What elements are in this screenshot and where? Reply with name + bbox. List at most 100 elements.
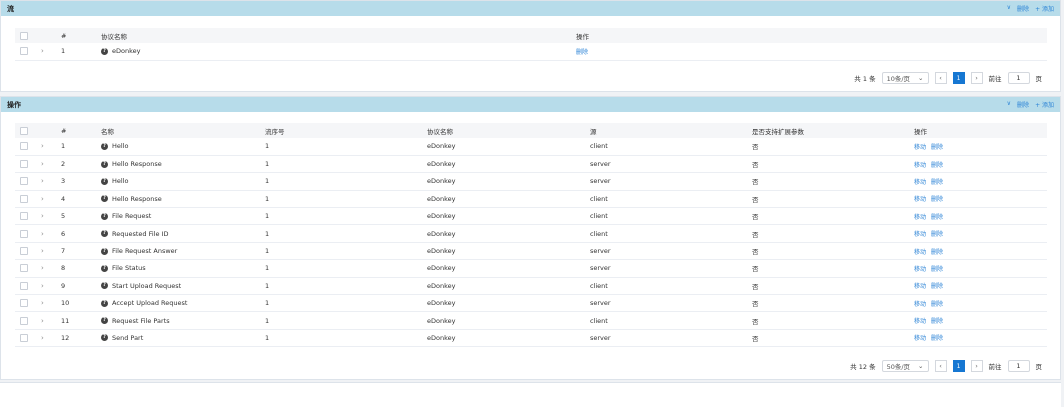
row-checkbox[interactable] bbox=[20, 212, 28, 221]
row-move-link[interactable]: 移动 bbox=[914, 196, 926, 203]
row-name-cell: ? Request File Parts bbox=[101, 311, 265, 330]
row-delete-link[interactable]: 删除 bbox=[931, 318, 943, 325]
row-delete-link[interactable]: 删除 bbox=[931, 179, 943, 186]
row-ops-cell: 移动 删除 bbox=[914, 329, 1047, 348]
row-checkbox-cell[interactable] bbox=[15, 138, 41, 156]
row-index: 11 bbox=[61, 311, 101, 330]
row-expand-icon[interactable]: › bbox=[41, 277, 61, 296]
row-checkbox-cell[interactable] bbox=[15, 311, 41, 330]
row-delete-link[interactable]: 删除 bbox=[931, 231, 943, 238]
row-checkbox-cell[interactable] bbox=[15, 172, 41, 191]
row-move-link[interactable]: 移动 bbox=[914, 283, 926, 290]
row-delete-link[interactable]: 删除 bbox=[931, 162, 943, 169]
row-expand-icon[interactable]: › bbox=[41, 138, 61, 156]
flow-add-button[interactable]: + 添加 bbox=[1035, 4, 1054, 13]
select-all-checkbox-cell[interactable] bbox=[15, 28, 41, 43]
prev-page-button[interactable]: ‹ bbox=[934, 72, 947, 84]
row-move-link[interactable]: 移动 bbox=[914, 249, 926, 256]
row-delete-link[interactable]: 删除 bbox=[931, 214, 943, 221]
select-all-checkbox-cell[interactable] bbox=[15, 123, 41, 138]
row-move-link[interactable]: 移动 bbox=[914, 301, 926, 308]
flow-panel-header: 流 ∨ 删除 + 添加 bbox=[1, 1, 1060, 16]
row-expand-icon[interactable]: › bbox=[41, 207, 61, 226]
page-size-select[interactable]: 10条/页 ⌄ bbox=[881, 72, 929, 84]
row-checkbox-cell[interactable] bbox=[15, 190, 41, 209]
row-checkbox[interactable] bbox=[20, 264, 28, 273]
row-name-cell: ? Send Part bbox=[101, 329, 265, 348]
ops-delete-button[interactable]: 删除 bbox=[1017, 100, 1029, 109]
row-checkbox-cell[interactable] bbox=[15, 259, 41, 278]
row-checkbox[interactable] bbox=[20, 316, 28, 325]
ops-add-button[interactable]: + 添加 bbox=[1035, 100, 1054, 109]
row-checkbox[interactable] bbox=[20, 47, 28, 56]
row-delete-link[interactable]: 删除 bbox=[931, 196, 943, 203]
row-delete-link[interactable]: 删除 bbox=[931, 249, 943, 256]
row-move-link[interactable]: 移动 bbox=[914, 231, 926, 238]
row-delete-link[interactable]: 删除 bbox=[576, 49, 588, 56]
row-checkbox-cell[interactable] bbox=[15, 43, 41, 61]
row-move-link[interactable]: 移动 bbox=[914, 179, 926, 186]
select-all-checkbox[interactable] bbox=[20, 31, 28, 40]
page-number-active[interactable]: 1 bbox=[952, 360, 965, 372]
row-move-link[interactable]: 移动 bbox=[914, 318, 926, 325]
ops-collapse-button[interactable]: ∨ bbox=[1007, 100, 1011, 109]
next-page-button[interactable]: › bbox=[970, 72, 983, 84]
row-checkbox-cell[interactable] bbox=[15, 155, 41, 174]
goto-page-input[interactable]: 1 bbox=[1007, 360, 1030, 372]
row-ops-cell: 移动 删除 bbox=[914, 294, 1047, 313]
row-expand-icon[interactable]: › bbox=[41, 224, 61, 243]
row-delete-link[interactable]: 删除 bbox=[931, 301, 943, 308]
goto-page-input[interactable]: 1 bbox=[1007, 72, 1030, 84]
row-move-link[interactable]: 移动 bbox=[914, 266, 926, 273]
row-expand-icon[interactable]: › bbox=[41, 294, 61, 313]
row-index: 10 bbox=[61, 294, 101, 313]
row-expand-icon[interactable]: › bbox=[41, 242, 61, 261]
row-expand-icon[interactable]: › bbox=[41, 329, 61, 348]
select-all-checkbox[interactable] bbox=[20, 126, 28, 135]
row-move-link[interactable]: 移动 bbox=[914, 335, 926, 342]
row-checkbox-cell[interactable] bbox=[15, 277, 41, 296]
row-move-link[interactable]: 移动 bbox=[914, 162, 926, 169]
row-delete-link[interactable]: 删除 bbox=[931, 335, 943, 342]
row-delete-link[interactable]: 删除 bbox=[931, 283, 943, 290]
row-expand-icon[interactable]: › bbox=[41, 259, 61, 278]
flow-collapse-button[interactable]: ∨ bbox=[1007, 4, 1011, 13]
row-checkbox-cell[interactable] bbox=[15, 207, 41, 226]
row-checkbox[interactable] bbox=[20, 281, 28, 290]
prev-page-button[interactable]: ‹ bbox=[934, 360, 947, 372]
row-name-cell: ? Hello Response bbox=[101, 190, 265, 209]
row-protocol-cell: ? eDonkey bbox=[101, 43, 576, 61]
row-expand-icon[interactable]: › bbox=[41, 172, 61, 191]
row-delete-link[interactable]: 删除 bbox=[931, 266, 943, 273]
row-delete-link[interactable]: 删除 bbox=[931, 144, 943, 151]
next-page-button[interactable]: › bbox=[970, 360, 983, 372]
row-expand-icon[interactable]: › bbox=[41, 190, 61, 209]
flow-delete-button[interactable]: 删除 bbox=[1017, 4, 1029, 13]
row-index: 9 bbox=[61, 277, 101, 296]
row-expand-icon[interactable]: › bbox=[41, 311, 61, 330]
row-checkbox[interactable] bbox=[20, 247, 28, 256]
row-ext: 否 bbox=[752, 294, 914, 313]
row-source: server bbox=[590, 329, 752, 348]
row-move-link[interactable]: 移动 bbox=[914, 144, 926, 151]
row-protocol: eDonkey bbox=[427, 190, 590, 209]
row-checkbox[interactable] bbox=[20, 333, 28, 342]
row-checkbox[interactable] bbox=[20, 142, 28, 151]
row-checkbox[interactable] bbox=[20, 229, 28, 238]
row-checkbox-cell[interactable] bbox=[15, 224, 41, 243]
row-checkbox[interactable] bbox=[20, 299, 28, 308]
flow-table-header: # 协议名称 操作 bbox=[15, 28, 1047, 43]
row-checkbox-cell[interactable] bbox=[15, 294, 41, 313]
row-checkbox[interactable] bbox=[20, 177, 28, 186]
page-size-select[interactable]: 50条/页 ⌄ bbox=[881, 360, 929, 372]
row-checkbox[interactable] bbox=[20, 160, 28, 169]
row-expand-icon[interactable]: › bbox=[41, 43, 61, 61]
row-move-link[interactable]: 移动 bbox=[914, 214, 926, 221]
question-circle-icon: ? bbox=[101, 47, 108, 55]
row-expand-icon[interactable]: › bbox=[41, 155, 61, 174]
row-checkbox-cell[interactable] bbox=[15, 242, 41, 261]
row-name-cell: ? File Status bbox=[101, 259, 265, 278]
row-checkbox-cell[interactable] bbox=[15, 329, 41, 348]
row-checkbox[interactable] bbox=[20, 194, 28, 203]
page-number-active[interactable]: 1 bbox=[952, 72, 965, 84]
